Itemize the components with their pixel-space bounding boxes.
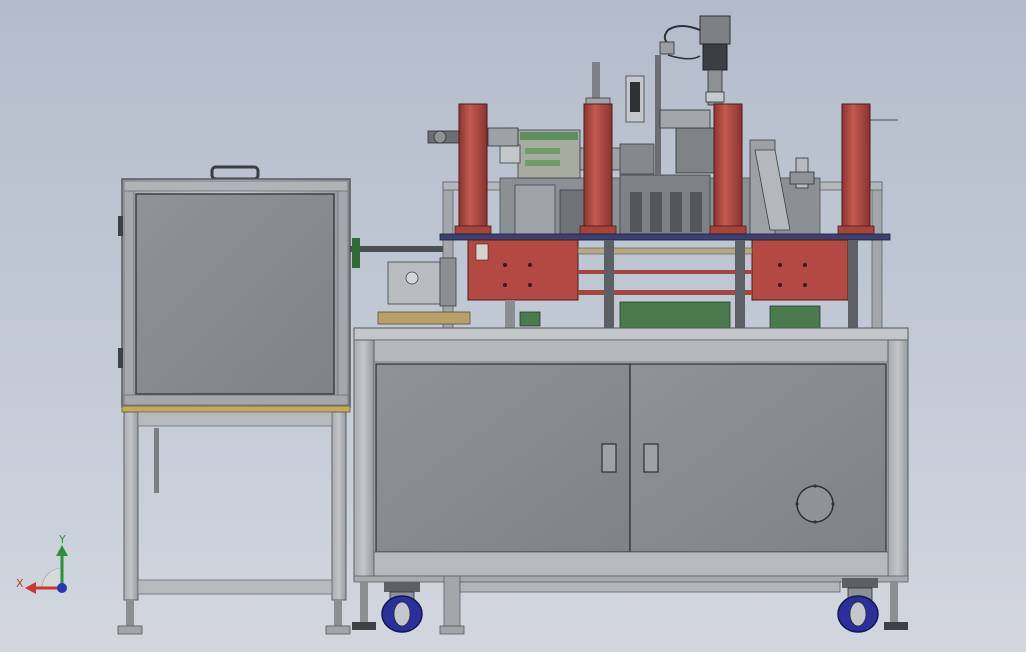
left-cabinet-door	[375, 363, 631, 553]
top-plate	[439, 233, 891, 241]
left-cabinet	[117, 165, 351, 635]
triad-x-label: X	[16, 577, 24, 590]
door-handle-right	[643, 443, 659, 473]
cabinet-door	[135, 193, 335, 395]
cabinet-handle	[210, 165, 260, 181]
right-cabinet-door	[629, 363, 887, 553]
servo-motor	[663, 15, 731, 106]
door-handle-left	[601, 443, 617, 473]
triad-y-label: Y	[59, 533, 66, 546]
machine-assembly-model	[25, 15, 909, 635]
cable-port	[796, 485, 834, 523]
cad-viewport[interactable]: Y X	[0, 0, 1026, 652]
z-axis-dot	[57, 583, 67, 593]
coordinate-triad	[25, 545, 68, 594]
main-base-cabinet	[352, 327, 909, 635]
